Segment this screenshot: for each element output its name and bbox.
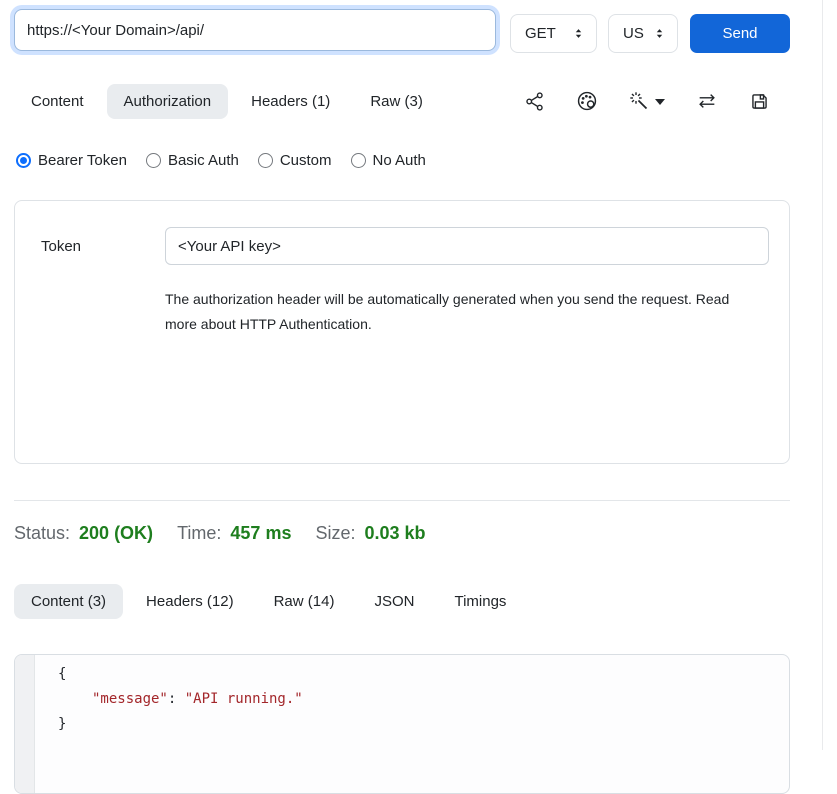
code-line: { (58, 662, 303, 687)
swap-arrows-icon (696, 90, 718, 112)
resp-tab-timings[interactable]: Timings (437, 584, 523, 619)
region-select-value: US (623, 25, 644, 42)
time-value: 457 ms (230, 523, 291, 544)
tab-content[interactable]: Content (14, 84, 101, 119)
auth-option-label: No Auth (373, 152, 426, 169)
palette-icon (576, 90, 598, 112)
magic-menu-button[interactable] (629, 91, 665, 112)
magic-wand-icon (629, 91, 650, 112)
save-icon (749, 91, 770, 112)
section-divider (14, 500, 790, 501)
save-button[interactable] (749, 91, 770, 112)
resp-tab-json[interactable]: JSON (357, 584, 431, 619)
tab-headers[interactable]: Headers (1) (234, 84, 347, 119)
json-separator: : (168, 691, 185, 707)
auth-option-custom[interactable]: Custom (258, 152, 332, 169)
token-label: Token (41, 238, 81, 255)
response-json-body: { "message": "API running." } (35, 655, 303, 793)
response-status-bar: Status: 200 (OK) Time: 457 ms Size: 0.03… (14, 523, 450, 544)
resp-tab-raw[interactable]: Raw (14) (257, 584, 352, 619)
token-input[interactable] (165, 227, 769, 265)
code-line: "message": "API running." (58, 687, 303, 712)
status-label: Status: (14, 523, 70, 544)
auth-option-basic[interactable]: Basic Auth (146, 152, 239, 169)
resp-tab-content[interactable]: Content (3) (14, 584, 123, 619)
radio-bearer-token[interactable] (16, 153, 31, 168)
tab-authorization[interactable]: Authorization (107, 84, 229, 119)
updown-arrows-icon (571, 25, 586, 42)
response-tabs: Content (3) Headers (12) Raw (14) JSON T… (14, 584, 523, 619)
method-select-value: GET (525, 25, 556, 42)
updown-arrows-icon (652, 25, 667, 42)
time-label: Time: (177, 523, 221, 544)
radio-no-auth[interactable] (351, 153, 366, 168)
code-gutter (15, 655, 35, 793)
swap-button[interactable] (696, 90, 718, 112)
auth-type-options: Bearer Token Basic Auth Custom No Auth (16, 152, 426, 169)
theme-button[interactable] (576, 90, 598, 112)
radio-basic-auth[interactable] (146, 153, 161, 168)
share-icon (524, 91, 545, 112)
size-value: 0.03 kb (365, 523, 426, 544)
url-input[interactable] (14, 9, 496, 51)
request-tabs: Content Authorization Headers (1) Raw (3… (14, 84, 440, 119)
resp-tab-headers[interactable]: Headers (12) (129, 584, 251, 619)
json-value: "API running." (185, 691, 303, 707)
code-line: } (58, 712, 303, 737)
status-value: 200 (OK) (79, 523, 153, 544)
bearer-token-panel: Token The authorization header will be a… (14, 200, 790, 464)
send-button[interactable]: Send (690, 14, 790, 53)
share-button[interactable] (524, 91, 545, 112)
region-select[interactable]: US (608, 14, 678, 53)
response-body-viewer: { "message": "API running." } (14, 654, 790, 794)
json-key: "message" (92, 691, 168, 707)
right-column-border (822, 0, 823, 750)
request-toolbar (524, 90, 770, 112)
token-help-text: The authorization header will be automat… (165, 287, 765, 337)
auth-option-label: Custom (280, 152, 332, 169)
tab-raw[interactable]: Raw (3) (353, 84, 440, 119)
method-select[interactable]: GET (510, 14, 597, 53)
size-label: Size: (315, 523, 355, 544)
auth-option-label: Bearer Token (38, 152, 127, 169)
auth-option-bearer[interactable]: Bearer Token (16, 152, 127, 169)
auth-option-no-auth[interactable]: No Auth (351, 152, 426, 169)
caret-down-icon (655, 99, 665, 105)
radio-custom[interactable] (258, 153, 273, 168)
auth-option-label: Basic Auth (168, 152, 239, 169)
